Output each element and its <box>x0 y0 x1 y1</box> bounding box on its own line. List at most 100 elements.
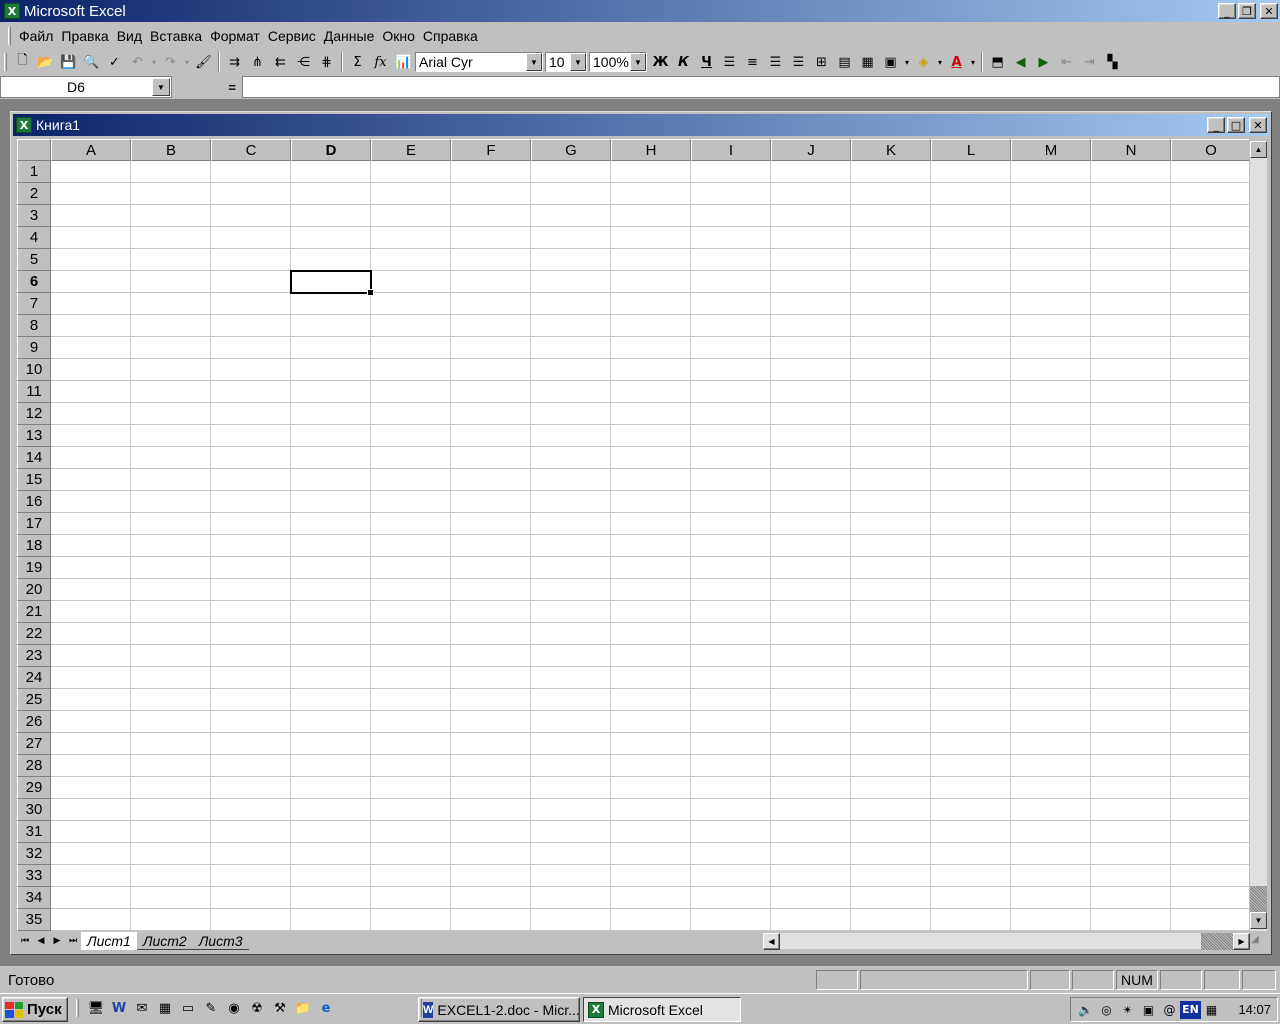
sheet-tab-2[interactable]: Лист2 <box>136 932 193 950</box>
minimize-button[interactable]: _ <box>1218 3 1236 19</box>
column-header-f[interactable]: F <box>451 139 531 161</box>
row-header-31[interactable]: 31 <box>17 821 51 843</box>
merge-center-icon[interactable]: ⊞ <box>810 51 833 73</box>
row-header-25[interactable]: 25 <box>17 689 51 711</box>
horizontal-scrollbar[interactable]: ◀ ▶ <box>763 932 1250 950</box>
excel-app-icon[interactable]: X <box>4 3 20 19</box>
column-header-j[interactable]: J <box>771 139 851 161</box>
resize-grip-icon[interactable]: ◢ <box>1251 934 1267 950</box>
edit-formula-button[interactable]: = <box>172 76 242 98</box>
table-icon[interactable]: ▦ <box>856 51 879 73</box>
monitor-icon[interactable]: ▭ <box>178 998 198 1018</box>
scroll-left-button[interactable]: ◀ <box>763 933 780 950</box>
menu-format[interactable]: Формат <box>206 28 264 44</box>
save-icon[interactable]: 💾 <box>57 51 80 73</box>
open-icon[interactable]: 📂 <box>34 51 57 73</box>
last-sheet-icon[interactable]: ⏭ <box>65 933 81 949</box>
name-box-dropdown-icon[interactable]: ▼ <box>152 78 170 96</box>
calculator-icon[interactable]: ▦ <box>155 998 175 1018</box>
row-header-11[interactable]: 11 <box>17 381 51 403</box>
row-header-21[interactable]: 21 <box>17 601 51 623</box>
font-size-dropdown-icon[interactable]: ▼ <box>570 53 586 71</box>
currency-style-icon[interactable]: ▤ <box>833 51 856 73</box>
row-header-32[interactable]: 32 <box>17 843 51 865</box>
antivirus-icon[interactable]: ✴ <box>1117 1001 1138 1019</box>
menu-insert[interactable]: Вставка <box>146 28 206 44</box>
media-player-icon[interactable]: ◉ <box>224 998 244 1018</box>
spreadsheet-grid[interactable]: A B C D E F G H I J K L M N O 1 2 3 4 5 6 7 8 9 10 11 12 13 14 15 16 17… <box>17 139 1249 931</box>
column-header-o[interactable]: O <box>1171 139 1249 161</box>
tools-icon[interactable]: ⚒ <box>270 998 290 1018</box>
decrease-indent-icon[interactable]: ⇤ <box>1055 51 1078 73</box>
internet-explorer-icon[interactable]: e <box>316 998 336 1018</box>
column-header-h[interactable]: H <box>611 139 691 161</box>
row-header-24[interactable]: 24 <box>17 667 51 689</box>
row-header-20[interactable]: 20 <box>17 579 51 601</box>
row-header-16[interactable]: 16 <box>17 491 51 513</box>
grid-layout-icon[interactable]: ▚ <box>1101 51 1124 73</box>
row-header-23[interactable]: 23 <box>17 645 51 667</box>
quick-launch-grip[interactable] <box>76 999 79 1017</box>
folder-icon[interactable]: 📁 <box>293 998 313 1018</box>
font-name-select[interactable]: Arial Cyr ▼ <box>415 52 543 72</box>
spelling-icon[interactable]: ✓ <box>103 51 126 73</box>
row-header-29[interactable]: 29 <box>17 777 51 799</box>
font-size-select[interactable]: 10 ▼ <box>545 52 587 72</box>
start-button[interactable]: Пуск <box>2 997 68 1022</box>
radiation-icon[interactable]: ☢ <box>247 998 267 1018</box>
arrow-left-icon[interactable]: ◀ <box>1009 51 1032 73</box>
justify-icon[interactable]: ☰ <box>764 51 787 73</box>
volume-icon[interactable]: 🔈 <box>1075 1001 1096 1019</box>
mail-icon[interactable]: @ <box>1159 1001 1180 1019</box>
underline-button[interactable]: Ч <box>695 51 718 73</box>
row-header-3[interactable]: 3 <box>17 205 51 227</box>
sort-icon[interactable]: ⬒ <box>986 51 1009 73</box>
restore-button[interactable]: ❐ <box>1238 3 1256 19</box>
workbook-close-button[interactable]: ✕ <box>1249 117 1267 133</box>
row-header-2[interactable]: 2 <box>17 183 51 205</box>
font-color-icon[interactable]: A <box>945 51 968 73</box>
workbook-icon[interactable]: X <box>16 117 32 133</box>
column-header-e[interactable]: E <box>371 139 451 161</box>
chart-wizard-icon[interactable]: 📊 <box>392 51 415 73</box>
column-header-g[interactable]: G <box>531 139 611 161</box>
workbook-minimize-button[interactable]: _ <box>1207 117 1225 133</box>
select-all-corner[interactable] <box>17 139 51 161</box>
row-header-12[interactable]: 12 <box>17 403 51 425</box>
new-icon[interactable]: 🗋 <box>11 51 34 73</box>
prev-sheet-icon[interactable]: ◀ <box>33 933 49 949</box>
task-word-doc[interactable]: W EXCEL1-2.doc - Micr... <box>418 997 580 1022</box>
next-sheet-icon[interactable]: ▶ <box>49 933 65 949</box>
menu-view[interactable]: Вид <box>113 28 146 44</box>
column-header-a[interactable]: A <box>51 139 131 161</box>
row-header-4[interactable]: 4 <box>17 227 51 249</box>
row-header-1[interactable]: 1 <box>17 161 51 183</box>
remove-arrows-icon[interactable]: ⋕ <box>315 51 338 73</box>
row-header-22[interactable]: 22 <box>17 623 51 645</box>
undo-icon[interactable]: ↶ <box>126 51 149 73</box>
first-sheet-icon[interactable]: ⏮ <box>17 933 33 949</box>
outlook-icon[interactable]: ✉ <box>132 998 152 1018</box>
vertical-scroll-track[interactable] <box>1250 886 1267 912</box>
row-header-13[interactable]: 13 <box>17 425 51 447</box>
row-header-35[interactable]: 35 <box>17 909 51 931</box>
column-header-d[interactable]: D <box>291 139 371 161</box>
row-header-18[interactable]: 18 <box>17 535 51 557</box>
borders-icon[interactable]: ▣ <box>879 51 902 73</box>
scroll-down-button[interactable]: ▼ <box>1250 912 1267 929</box>
align-left-icon[interactable]: ☰ <box>718 51 741 73</box>
menu-edit[interactable]: Правка <box>57 28 112 44</box>
task-excel[interactable]: X Microsoft Excel <box>583 997 741 1022</box>
row-header-34[interactable]: 34 <box>17 887 51 909</box>
menu-window[interactable]: Окно <box>378 28 419 44</box>
menu-tools[interactable]: Сервис <box>264 28 320 44</box>
horizontal-scroll-track[interactable] <box>1201 933 1233 950</box>
function-wizard-icon[interactable]: fx <box>369 51 392 73</box>
active-cell[interactable] <box>290 270 374 296</box>
row-header-17[interactable]: 17 <box>17 513 51 535</box>
menu-grip[interactable] <box>8 27 11 45</box>
desktop-icon[interactable]: 🖥 <box>86 998 106 1018</box>
column-header-b[interactable]: B <box>131 139 211 161</box>
arrow-right-icon[interactable]: ▶ <box>1032 51 1055 73</box>
menu-data[interactable]: Данные <box>320 28 379 44</box>
